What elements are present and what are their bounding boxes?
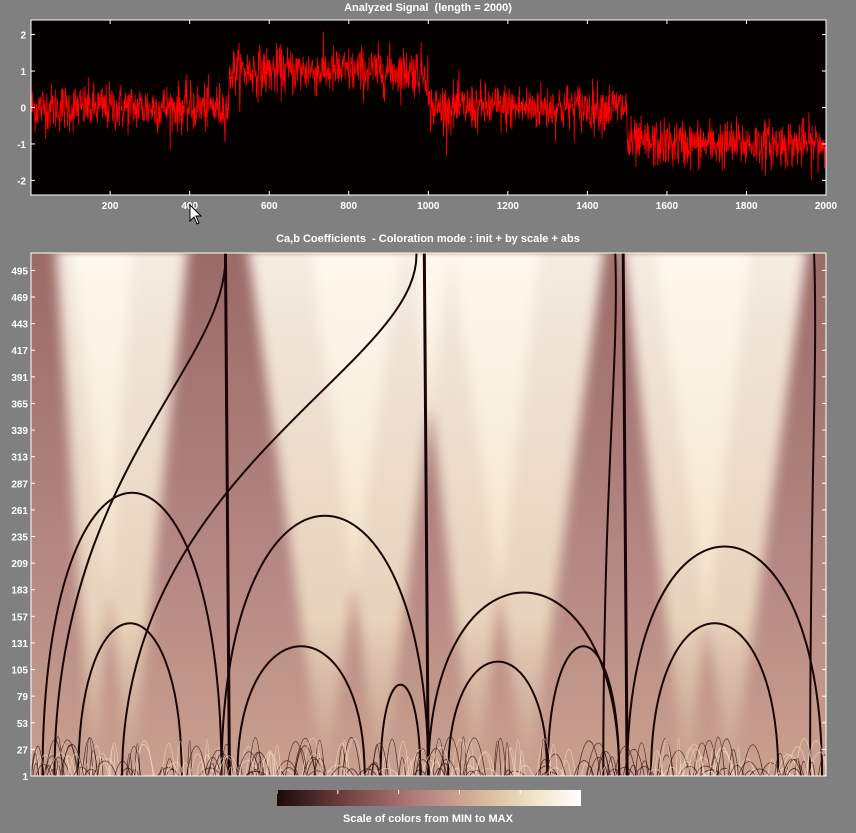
y-tick-label: 287 (11, 479, 28, 490)
y-tick-label: 339 (11, 426, 28, 437)
colorbar-gradient (277, 790, 581, 806)
x-tick-label: 1600 (656, 201, 679, 212)
x-tick-label: 200 (102, 201, 119, 212)
y-tick-label: 131 (11, 639, 28, 650)
y-tick-label: 1 (22, 772, 28, 783)
y-tick-label: 443 (11, 320, 28, 331)
y-tick-label: 0 (20, 104, 26, 115)
y-tick-label: 209 (11, 559, 28, 570)
x-tick-label: 800 (340, 201, 357, 212)
y-tick-label: 53 (17, 719, 29, 730)
x-tick-label: 600 (261, 201, 278, 212)
y-tick-label: 27 (17, 745, 29, 756)
y-tick-label: 495 (11, 266, 28, 277)
y-tick-label: 365 (11, 399, 28, 410)
x-tick-label: 1000 (417, 201, 440, 212)
y-tick-label: 2 (20, 31, 26, 42)
y-tick-label: 157 (11, 612, 28, 623)
y-tick-label: 417 (11, 346, 28, 357)
coefficients-plot: 1 27 53 79 105 131 157 183 209 235 261 287 313 339 365… (11, 252, 827, 783)
signal-plot: 200400600800100012001400160018002000 -2-… (17, 19, 838, 212)
y-tick-label: 79 (17, 692, 29, 703)
x-tick-label: 2000 (815, 201, 838, 212)
y-tick-label: 313 (11, 453, 28, 464)
x-tick-label: 1800 (735, 201, 758, 212)
y-tick-label: 469 (11, 293, 28, 304)
y-tick-label: 1 (20, 67, 26, 78)
y-tick-label: 105 (11, 666, 28, 677)
colorbar-label: Scale of colors from MIN to MAX (343, 813, 513, 825)
y-tick-label: -2 (17, 176, 26, 187)
colorbar (277, 790, 581, 806)
y-tick-label: 391 (11, 373, 28, 384)
y-tick-label: 235 (11, 533, 28, 544)
y-tick-label: 261 (11, 506, 28, 517)
x-tick-label: 1400 (576, 201, 599, 212)
y-tick-label: 183 (11, 586, 28, 597)
y-tick-label: -1 (17, 140, 26, 151)
figure-canvas: 200400600800100012001400160018002000 -2-… (11, 19, 838, 783)
x-tick-label: 1200 (497, 201, 520, 212)
